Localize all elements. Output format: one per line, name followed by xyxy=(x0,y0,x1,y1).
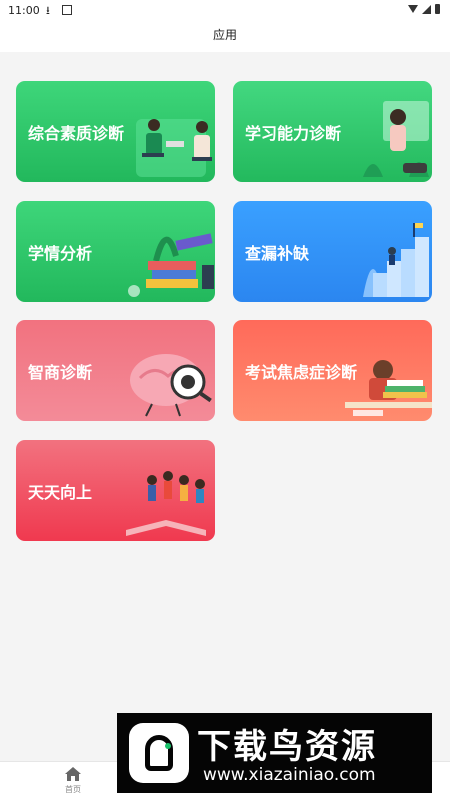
card-learning-ability-diagnosis[interactable]: 学习能力诊断 xyxy=(233,81,432,182)
card-label: 智商诊断 xyxy=(28,362,93,382)
watermark-url: www.xiazainiao.com xyxy=(203,765,376,785)
card-label: 考试焦虑症诊断 xyxy=(245,362,358,382)
status-icons xyxy=(408,4,440,14)
card-comprehensive-diagnosis[interactable]: 综合素质诊断 xyxy=(16,81,215,182)
status-time: 11:00 xyxy=(8,4,40,17)
card-exam-anxiety-diagnosis[interactable]: 考试焦虑症诊断 xyxy=(233,320,432,421)
bird-logo-icon xyxy=(129,723,189,783)
card-fill-gaps[interactable]: 查漏补缺 xyxy=(233,201,432,302)
card-learning-analysis[interactable]: 学情分析 xyxy=(16,201,215,302)
card-iq-diagnosis[interactable]: 智商诊断 xyxy=(16,320,215,421)
signal-icon xyxy=(422,4,431,14)
watermark-banner: 下载鸟资源 www.xiazainiao.com xyxy=(117,713,432,793)
download-icon: ⭳ xyxy=(46,4,50,17)
battery-icon xyxy=(435,4,440,14)
tab-label: 首页 xyxy=(65,785,81,794)
card-label: 综合素质诊断 xyxy=(28,123,125,143)
card-label: 查漏补缺 xyxy=(245,243,310,263)
card-label: 天天向上 xyxy=(28,482,93,502)
tab-home[interactable]: 首页 xyxy=(33,766,113,795)
card-label: 学情分析 xyxy=(28,243,93,263)
card-keep-improving[interactable]: 天天向上 xyxy=(16,440,215,541)
card-label: 学习能力诊断 xyxy=(245,123,342,143)
watermark-title: 下载鸟资源 xyxy=(197,727,377,767)
home-icon xyxy=(65,767,81,781)
notification-icon xyxy=(62,5,72,15)
status-bar: 11:00 ⭳ xyxy=(0,0,450,22)
wifi-icon xyxy=(408,5,418,13)
page-title: 应用 xyxy=(0,22,450,52)
